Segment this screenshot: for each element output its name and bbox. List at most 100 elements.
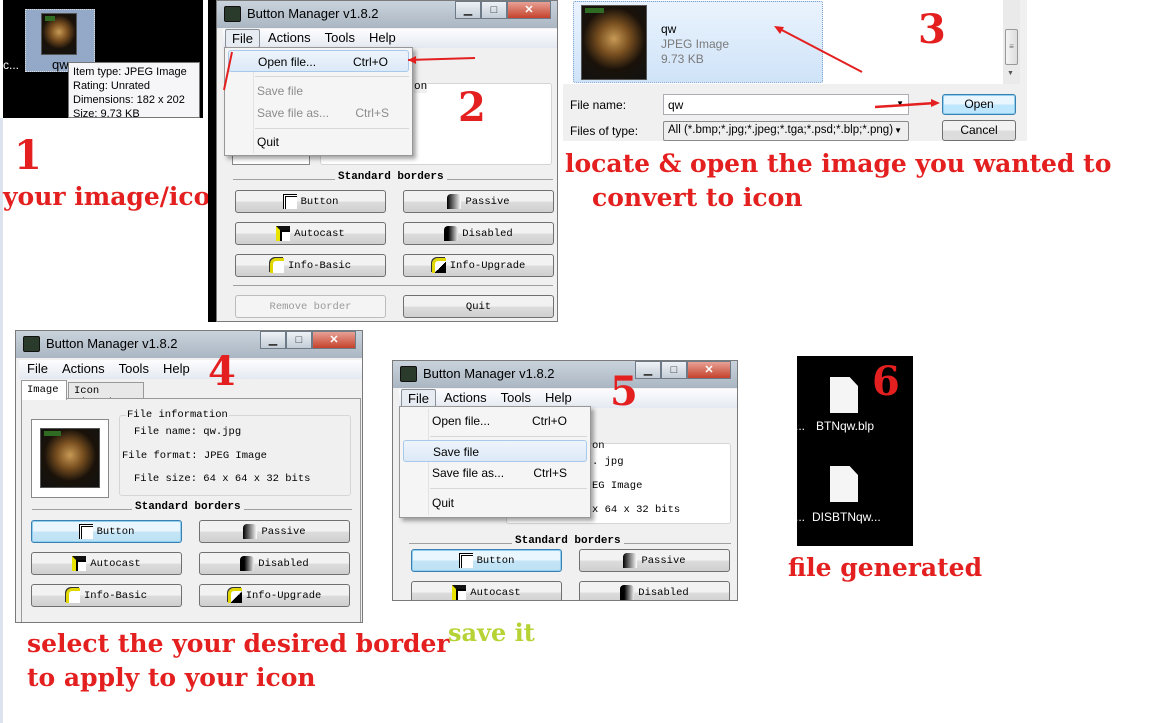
border-button-autocast[interactable]: Autocast xyxy=(235,222,386,245)
image-preview-box xyxy=(31,419,109,498)
files-of-type-select[interactable]: All (*.bmp;*.jpg;*.jpeg;*.tga;*.psd;*.bl… xyxy=(663,121,909,141)
menu-item-quit[interactable]: Quit xyxy=(228,131,409,153)
quit-button[interactable]: Quit xyxy=(403,295,554,318)
border-button-info-upgrade[interactable]: Info-Upgrade xyxy=(403,254,554,277)
menu-item-save-file[interactable]: Save file xyxy=(403,440,587,462)
menu-tools[interactable]: Tools xyxy=(113,360,155,379)
disabled-border-icon xyxy=(620,585,635,600)
red-arrow xyxy=(223,51,233,91)
tab-image-label: Image xyxy=(27,384,59,396)
border-button-info-basic[interactable]: Info-Basic xyxy=(31,584,182,607)
menu-item-save-file-as[interactable]: Save file as... Ctrl+S xyxy=(403,462,587,484)
border-button-button[interactable]: Button xyxy=(235,190,386,213)
files-of-type-label: Files of type: xyxy=(570,124,639,138)
border-button-button[interactable]: Button xyxy=(31,520,182,543)
vertical-scrollbar[interactable]: ≡ ▼ xyxy=(1003,0,1020,84)
tooltip-line: Size: 9.73 KB xyxy=(73,108,140,118)
info-basic-border-icon xyxy=(65,588,80,603)
step-4-number: 4 xyxy=(208,348,236,395)
border-button-label: Passive xyxy=(261,525,306,538)
shortcut: Ctrl+O xyxy=(531,414,567,428)
border-button-label: Button xyxy=(300,195,339,208)
file-size-info: File size: 64 x 64 x 32 bits xyxy=(134,473,311,485)
menu-file[interactable]: File xyxy=(21,360,54,379)
border-button-info-upgrade[interactable]: Info-Upgrade xyxy=(199,584,350,607)
border-button-passive[interactable]: Passive xyxy=(403,190,554,213)
file-label: qw xyxy=(52,57,69,72)
border-button-autocast[interactable]: Autocast xyxy=(411,581,562,600)
border-button-disabled[interactable]: Disabled xyxy=(199,552,350,575)
file-format-info: EG Image xyxy=(592,480,643,492)
menu-item-quit[interactable]: Quit xyxy=(403,492,587,514)
ellipsis: ... xyxy=(795,510,806,524)
minimize-button[interactable]: ▁ xyxy=(635,361,661,379)
arrow-annotations-step3 xyxy=(774,26,940,109)
menu-actions[interactable]: Actions xyxy=(56,360,111,379)
file-label-disbtnqw[interactable]: DISBTNqw... xyxy=(812,510,881,524)
remove-border-button[interactable]: Remove border xyxy=(235,295,386,318)
button-border-icon xyxy=(282,194,297,209)
maximize-button[interactable]: □ xyxy=(286,331,312,349)
border-button-label: Autocast xyxy=(470,586,521,599)
cancel-button[interactable]: Cancel xyxy=(942,120,1016,141)
image-preview xyxy=(40,428,100,488)
tab-image[interactable]: Image xyxy=(21,380,67,400)
open-label: Open xyxy=(964,97,994,111)
scrollbar-thumb[interactable]: ≡ xyxy=(1005,29,1018,65)
minimize-button[interactable]: ▁ xyxy=(260,331,286,349)
button-manager-window-step5: Button Manager v1.8.2 ▁ □ ✕ File Actions T… xyxy=(392,360,738,601)
shortcut: Ctrl+S xyxy=(533,466,567,480)
file-label-btnqw[interactable]: BTNqw.blp xyxy=(816,419,874,433)
menu-help[interactable]: Help xyxy=(157,360,196,379)
divider xyxy=(233,285,553,286)
file-info-title: File information xyxy=(126,409,229,421)
border-button-disabled[interactable]: Disabled xyxy=(579,581,730,600)
menu-bar: File Actions Tools Help xyxy=(19,360,362,379)
file-info-title: on xyxy=(592,440,605,452)
file-size-info: x 64 x 32 bits xyxy=(592,504,681,516)
files-of-type-value: All (*.bmp;*.jpg;*.jpeg;*.tga;*.psd;*.bl… xyxy=(668,124,894,136)
truncated-file-label: c... xyxy=(3,58,20,72)
border-button-disabled[interactable]: Disabled xyxy=(403,222,554,245)
step-1-number: 1 xyxy=(14,132,42,179)
window-title: Button Manager v1.8.2 xyxy=(46,336,178,351)
border-button-label: Disabled xyxy=(638,586,689,599)
standard-borders-label: Standard borders xyxy=(512,535,624,547)
button-border-icon xyxy=(78,524,93,539)
close-button[interactable]: ✕ xyxy=(687,361,731,379)
info-basic-border-icon xyxy=(269,258,284,273)
maximize-button[interactable]: □ xyxy=(661,361,687,379)
button-border-icon xyxy=(458,553,473,568)
border-button-passive[interactable]: Passive xyxy=(199,520,350,543)
tab-icon-wizard[interactable]: Icon wizard xyxy=(68,382,144,409)
window-controls: ▁ □ ✕ xyxy=(260,331,356,349)
border-button-info-basic[interactable]: Info-Basic xyxy=(235,254,386,277)
red-arrow xyxy=(874,101,936,109)
border-button-label: Autocast xyxy=(90,557,141,570)
menu-item-open-file[interactable]: Open file... Ctrl+O xyxy=(403,410,587,432)
red-arrow xyxy=(777,27,863,73)
file-format-info: File format: JPEG Image xyxy=(122,450,267,462)
step-3-number: 3 xyxy=(918,6,946,53)
close-button[interactable]: ✕ xyxy=(312,331,356,349)
tooltip: Item type: JPEG Image Rating: Unrated Di… xyxy=(68,62,200,118)
step-1-caption: your image/icon xyxy=(3,182,229,211)
autocast-border-icon xyxy=(72,556,87,571)
border-button-label: Button xyxy=(476,554,515,567)
app-icon xyxy=(23,336,40,352)
step-4-caption-line1: select the your desired border xyxy=(27,629,450,658)
arrow-annotations-step2 xyxy=(223,51,476,91)
window-title: Button Manager v1.8.2 xyxy=(423,366,555,381)
border-button-label: Autocast xyxy=(294,227,345,240)
save-file-label: Save file xyxy=(433,445,480,459)
border-button-passive[interactable]: Passive xyxy=(579,549,730,572)
explorer-thumbnail-panel: c... qw Item type: JPEG Image Rating: Un… xyxy=(3,0,203,118)
scroll-down-arrow[interactable]: ▼ xyxy=(1007,70,1014,77)
border-button-label: Button xyxy=(96,525,135,538)
border-button-autocast[interactable]: Autocast xyxy=(31,552,182,575)
remove-border-label: Remove border xyxy=(269,300,352,313)
border-button-button[interactable]: Button xyxy=(411,549,562,572)
title-bar: Button Manager v1.8.2 ▁ □ ✕ xyxy=(16,331,362,358)
disabled-border-icon xyxy=(444,226,459,241)
file-info-box: File information File name: qw.jpg File … xyxy=(119,409,351,496)
